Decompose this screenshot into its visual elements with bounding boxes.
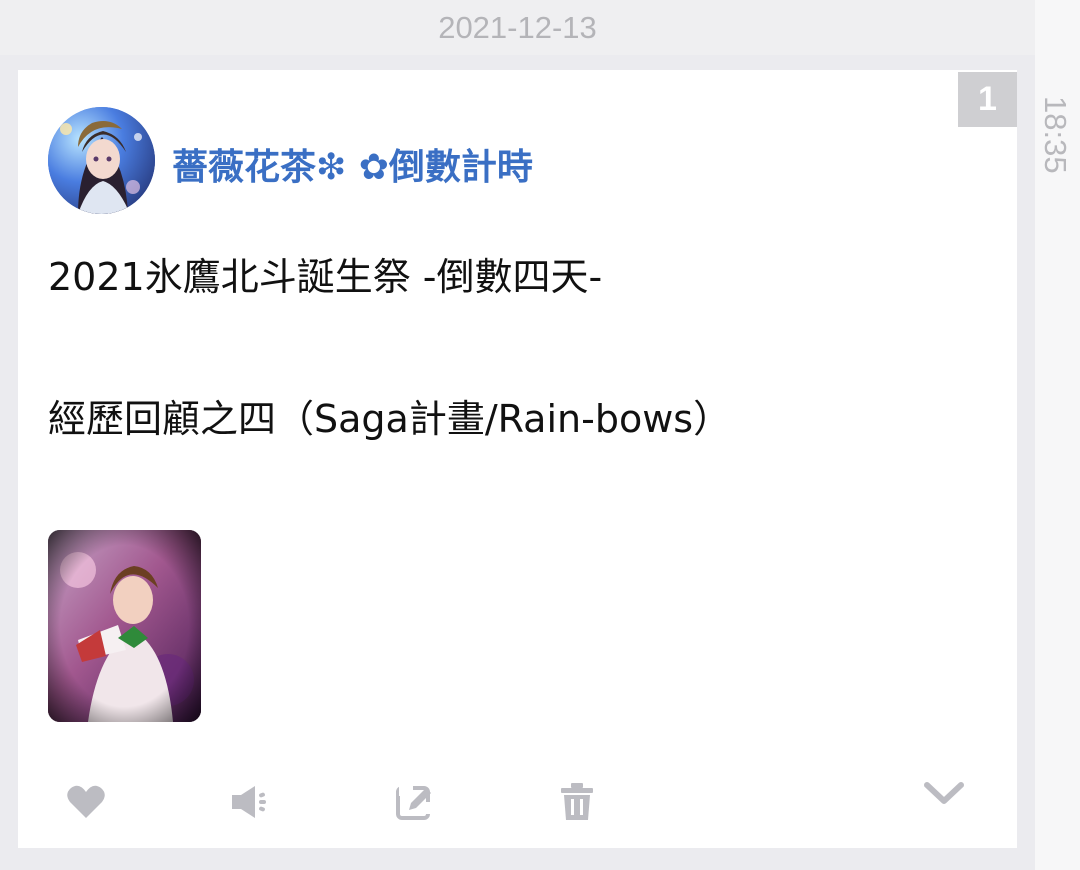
- avatar[interactable]: [48, 107, 155, 214]
- post-time: 18:35: [1038, 96, 1073, 174]
- avatar-image: [48, 107, 155, 214]
- megaphone-icon: [232, 786, 266, 818]
- edit-button[interactable]: [393, 780, 437, 824]
- chevron-down-icon: [924, 782, 964, 804]
- heart-icon: [67, 785, 105, 818]
- post-card: 1 薔薇花茶❇ ✿倒數計時 2021氷鷹北斗誕生祭 -倒數四天- 經歷回顧之四（…: [18, 70, 1017, 848]
- edit-icon: [396, 786, 433, 820]
- author-name[interactable]: 薔薇花茶❇ ✿倒數計時: [172, 138, 533, 190]
- post-text-line: 2021氷鷹北斗誕生祭 -倒數四天-: [48, 255, 603, 299]
- post-text-line: 經歷回顧之四（Saga計畫/Rain-bows）: [48, 397, 732, 441]
- post-image: [48, 530, 201, 722]
- more-button[interactable]: [922, 772, 966, 816]
- date-header: 2021-12-13: [0, 0, 1035, 55]
- like-button[interactable]: [64, 780, 108, 824]
- trash-icon: [561, 783, 593, 820]
- delete-button[interactable]: [555, 780, 599, 824]
- post-image-thumbnail[interactable]: [48, 530, 201, 722]
- announce-button[interactable]: [227, 780, 271, 824]
- post-number-badge: 1: [958, 72, 1017, 127]
